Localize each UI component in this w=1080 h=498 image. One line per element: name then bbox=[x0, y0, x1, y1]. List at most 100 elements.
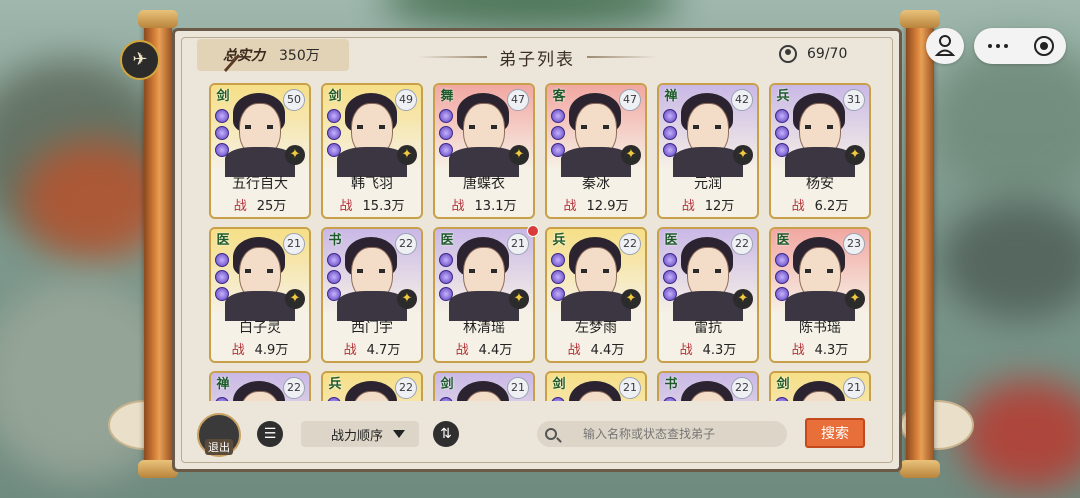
disciple-power: 战 4.3万 bbox=[771, 339, 869, 358]
disciple-card[interactable]: 医 22 ✦ 雷抗 战 4.3万 bbox=[657, 227, 759, 363]
skill-orb-icon bbox=[327, 143, 341, 157]
disciple-card[interactable]: 医 21 ✦ 白子灵 战 4.9万 bbox=[209, 227, 311, 363]
disciple-skill-orbs bbox=[439, 253, 453, 304]
profile-button[interactable] bbox=[926, 28, 964, 64]
disciple-card[interactable]: 兵 22 ✦ 左梦雨 战 4.4万 bbox=[545, 227, 647, 363]
sort-toggle-icon[interactable]: ⇅ bbox=[433, 421, 459, 447]
disciple-type-badge: 书 bbox=[328, 233, 342, 248]
disciple-skill-orbs bbox=[215, 397, 229, 401]
disciple-power-value: 4.9万 bbox=[254, 343, 289, 358]
star-rank-icon: ✦ bbox=[397, 289, 417, 309]
disciple-card[interactable]: 剑 21 ✦ bbox=[433, 371, 535, 401]
skill-orb-icon bbox=[551, 143, 565, 157]
brush-icon bbox=[224, 54, 240, 72]
close-miniprogram-icon[interactable] bbox=[1034, 36, 1054, 56]
disciple-card[interactable]: 医 21 ✦ 林清瑶 战 4.4万 bbox=[433, 227, 535, 363]
disciple-type-badge: 剑 bbox=[552, 377, 566, 392]
disciple-level-badge: 22 bbox=[395, 377, 417, 399]
person-pin-icon bbox=[934, 35, 956, 56]
disciple-name: 韩飞羽 bbox=[351, 176, 393, 192]
exit-button[interactable]: 退出 bbox=[197, 413, 241, 457]
power-prefix: 战 bbox=[567, 343, 581, 358]
disciple-level-badge: 22 bbox=[731, 377, 753, 399]
portrait-eyes bbox=[693, 125, 721, 129]
sect-emblem-icon[interactable]: ✈ bbox=[120, 40, 160, 80]
disciple-grid[interactable]: 剑 50 ✦ 五行自大 战 25万 剑 49 ✦ 韩飞羽 战 15.3万 舞 4… bbox=[209, 83, 873, 401]
disciple-power: 战 6.2万 bbox=[771, 195, 869, 214]
disciple-power: 战 12.9万 bbox=[547, 195, 645, 214]
disciple-card[interactable]: 书 22 ✦ bbox=[657, 371, 759, 401]
portrait-eyes bbox=[581, 125, 609, 129]
star-rank-icon: ✦ bbox=[845, 289, 865, 309]
disciple-name: 五行自大 bbox=[232, 176, 288, 192]
disciple-level-badge: 23 bbox=[843, 233, 865, 255]
notification-dot bbox=[527, 225, 539, 237]
star-rank-icon: ✦ bbox=[733, 289, 753, 309]
more-options-icon[interactable] bbox=[988, 44, 992, 48]
disciple-power-value: 12万 bbox=[704, 199, 735, 214]
disciple-level-badge: 21 bbox=[283, 233, 305, 255]
disciple-card[interactable]: 客 47 ✦ 秦冰 战 12.9万 bbox=[545, 83, 647, 219]
skill-orb-icon bbox=[439, 287, 453, 301]
skill-orb-icon bbox=[775, 126, 789, 140]
disciple-type-badge: 兵 bbox=[776, 89, 790, 104]
power-prefix: 战 bbox=[343, 343, 357, 358]
skill-orb-icon bbox=[551, 126, 565, 140]
disciple-card[interactable]: 剑 21 ✦ bbox=[545, 371, 647, 401]
disciple-power: 战 25万 bbox=[211, 195, 309, 214]
search-button[interactable]: 搜索 bbox=[805, 418, 865, 448]
scroll-rod-right bbox=[900, 10, 940, 478]
disciple-level-badge: 22 bbox=[619, 233, 641, 255]
disciple-skill-orbs bbox=[215, 253, 229, 304]
disciple-level-badge: 47 bbox=[507, 89, 529, 111]
disciple-type-badge: 剑 bbox=[328, 89, 342, 104]
total-power-value: 350万 bbox=[279, 48, 320, 64]
disciple-type-badge: 客 bbox=[552, 89, 566, 104]
disciple-card[interactable]: 剑 21 ✦ bbox=[769, 371, 871, 401]
disciple-card[interactable]: 书 22 ✦ 西门宇 战 4.7万 bbox=[321, 227, 423, 363]
disciple-type-badge: 兵 bbox=[328, 377, 342, 392]
disciple-power-value: 4.3万 bbox=[702, 343, 737, 358]
skill-orb-icon bbox=[663, 253, 677, 267]
power-prefix: 战 bbox=[791, 343, 805, 358]
disciple-card[interactable]: 兵 22 ✦ bbox=[321, 371, 423, 401]
star-rank-icon: ✦ bbox=[509, 289, 529, 309]
disciple-skill-orbs bbox=[551, 109, 565, 160]
disciple-name: 林清瑶 bbox=[463, 320, 505, 336]
disciple-name: 杨安 bbox=[806, 176, 834, 192]
disciple-type-badge: 禅 bbox=[664, 89, 678, 104]
disciple-card[interactable]: 剑 50 ✦ 五行自大 战 25万 bbox=[209, 83, 311, 219]
disciple-type-badge: 医 bbox=[776, 233, 790, 248]
disciple-power-value: 13.1万 bbox=[474, 199, 517, 214]
disciple-skill-orbs bbox=[215, 109, 229, 160]
skill-orb-icon bbox=[775, 253, 789, 267]
disciple-card[interactable]: 舞 47 ✦ 唐蝶衣 战 13.1万 bbox=[433, 83, 535, 219]
sort-dropdown[interactable]: 战力顺序 bbox=[301, 421, 419, 447]
disciple-type-badge: 舞 bbox=[440, 89, 454, 104]
search-field[interactable] bbox=[537, 421, 787, 447]
disciple-card[interactable]: 剑 49 ✦ 韩飞羽 战 15.3万 bbox=[321, 83, 423, 219]
skill-orb-icon bbox=[551, 287, 565, 301]
title-divider-left bbox=[417, 56, 487, 58]
disciple-level-badge: 47 bbox=[619, 89, 641, 111]
disciple-power-value: 15.3万 bbox=[362, 199, 405, 214]
star-rank-icon: ✦ bbox=[509, 145, 529, 165]
disciple-name: 白子灵 bbox=[239, 320, 281, 336]
portrait-eyes bbox=[245, 125, 273, 129]
skill-orb-icon bbox=[327, 253, 341, 267]
disciple-skill-orbs bbox=[663, 397, 677, 401]
disciple-card[interactable]: 禅 42 ✦ 元润 战 12万 bbox=[657, 83, 759, 219]
skill-orb-icon bbox=[775, 270, 789, 284]
disciple-power-value: 4.4万 bbox=[590, 343, 625, 358]
disciple-power: 战 4.9万 bbox=[211, 339, 309, 358]
skill-orb-icon bbox=[215, 287, 229, 301]
disciple-card[interactable]: 禅 22 ✦ bbox=[209, 371, 311, 401]
filter-list-icon[interactable]: ☰ bbox=[257, 421, 283, 447]
disciple-card[interactable]: 兵 31 ✦ 杨安 战 6.2万 bbox=[769, 83, 871, 219]
disciple-card[interactable]: 医 23 ✦ 陈书瑶 战 4.3万 bbox=[769, 227, 871, 363]
disciple-type-badge: 医 bbox=[216, 233, 230, 248]
disciple-level-badge: 50 bbox=[283, 89, 305, 111]
search-input[interactable] bbox=[581, 426, 775, 442]
disciple-power: 战 12万 bbox=[659, 195, 757, 214]
disciple-power: 战 4.7万 bbox=[323, 339, 421, 358]
